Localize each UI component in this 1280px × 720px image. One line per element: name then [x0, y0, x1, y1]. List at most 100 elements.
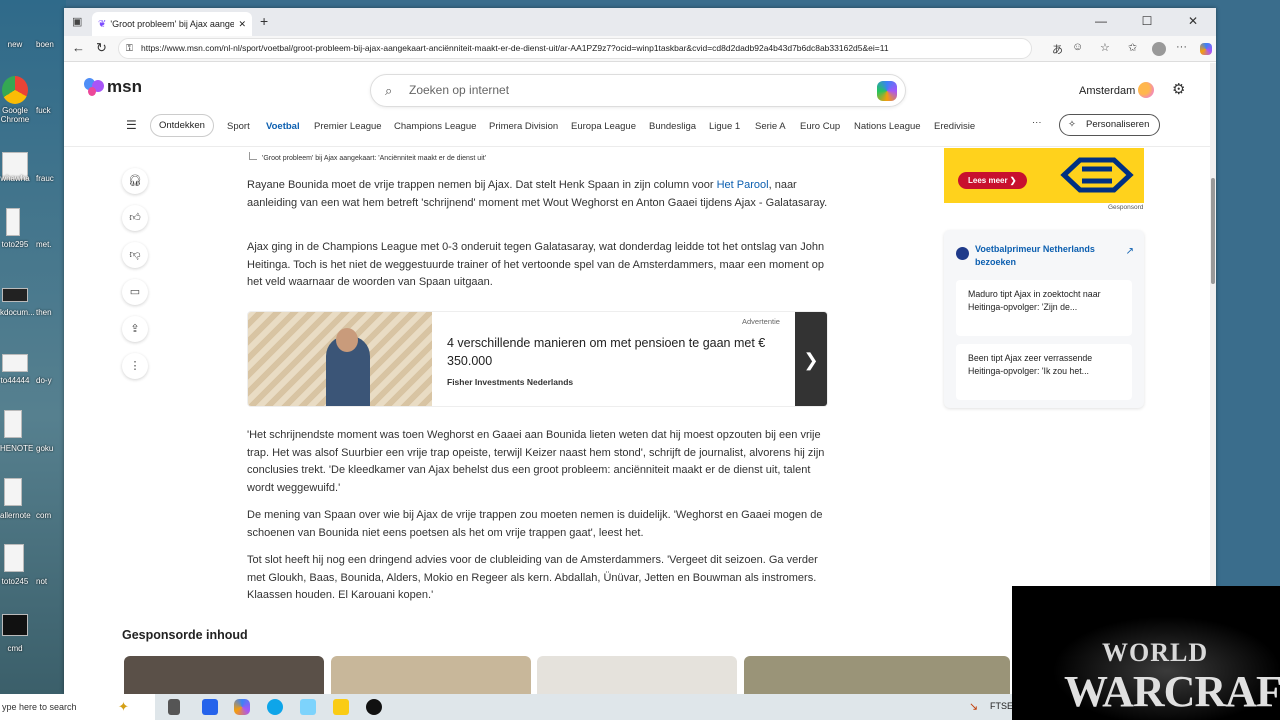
- address-bar: ← ↻ ⚿ https://www.msn.com/nl-nl/sport/vo…: [64, 36, 1216, 62]
- wow-logo-line1: WORLD: [1102, 638, 1209, 667]
- ad-image: [248, 312, 432, 406]
- weather-icon[interactable]: [1138, 82, 1154, 98]
- back-icon[interactable]: ←: [72, 40, 85, 55]
- msn-butterfly-icon: ❦: [98, 18, 107, 30]
- url-text: https://www.msn.com/nl-nl/sport/voetbal/…: [141, 43, 889, 53]
- copilot-icon[interactable]: [1200, 43, 1212, 55]
- msn-butterfly-icon: [84, 78, 104, 96]
- new-tab-icon[interactable]: +: [260, 13, 268, 29]
- task-view-icon[interactable]: [168, 699, 180, 715]
- desktop-icon-label: new: [7, 40, 23, 49]
- story-item[interactable]: Been tipt Ajax zeer verrassende Heitinga…: [956, 344, 1132, 400]
- sponsored-card[interactable]: [537, 656, 737, 694]
- msn-logo-text: msn: [107, 77, 142, 96]
- search-placeholder: Zoeken op internet: [409, 83, 510, 97]
- thumbs-up-icon[interactable]: 👍︎: [122, 205, 148, 231]
- nav-item-voetbal[interactable]: Voetbal: [266, 121, 300, 132]
- taskbar-search-text: ype here to search: [2, 702, 77, 712]
- nav-item-primera-division[interactable]: Primera Division: [489, 121, 558, 132]
- desktop-icon-label: whawha: [0, 174, 30, 183]
- app-icon[interactable]: [300, 699, 316, 715]
- location-label[interactable]: Amsterdam: [1079, 85, 1135, 97]
- sidebar-ad[interactable]: Lees meer ❯: [944, 148, 1144, 203]
- more-options-icon[interactable]: ⋮: [122, 353, 148, 379]
- desktop-icon-label: boen: [36, 40, 54, 49]
- nav-item-bundesliga[interactable]: Bundesliga: [649, 121, 696, 132]
- comment-icon[interactable]: ▭: [122, 279, 148, 305]
- nav-item-ligue-1[interactable]: Ligue 1: [709, 121, 740, 132]
- desktop-icon-label: goku: [36, 444, 54, 453]
- taskbar-search[interactable]: ype here to search ✦: [0, 694, 155, 720]
- nav-item-sport[interactable]: Sport: [227, 121, 250, 132]
- nav-item-nations-league[interactable]: Nations League: [854, 121, 921, 132]
- favorite-star-icon[interactable]: ☆: [1100, 41, 1110, 54]
- desktop-icon-label: then: [36, 308, 52, 317]
- close-tab-icon[interactable]: ✕: [238, 19, 246, 30]
- file-icon: [4, 410, 22, 438]
- stock-chart-icon: ↘: [969, 701, 979, 713]
- sponsored-card[interactable]: [744, 656, 1010, 694]
- desktop-icon-label: frauc: [36, 174, 54, 183]
- read-aloud-icon[interactable]: あ: [1052, 41, 1063, 57]
- headphones-icon[interactable]: 🎧︎: [122, 168, 148, 194]
- ns-logo-icon: [1060, 157, 1134, 193]
- publisher-link[interactable]: Voetbalprimeur Netherlands bezoeken: [975, 243, 1105, 269]
- nav-item-premier-league[interactable]: Premier League: [314, 121, 382, 132]
- scrollbar-thumb[interactable]: [1211, 178, 1215, 284]
- native-ad[interactable]: Advertentie 4 verschillende manieren om …: [247, 311, 828, 407]
- desktop: new boen Google Chrome fuck whawha frauc…: [0, 0, 66, 694]
- outlook-icon[interactable]: [202, 699, 218, 715]
- ad-title[interactable]: 4 verschillende manieren om met pensioen…: [447, 334, 767, 370]
- more-nav-button[interactable]: ···: [1032, 117, 1042, 128]
- sponsored-card[interactable]: [124, 656, 324, 694]
- desktop-icon-label: not: [36, 577, 48, 586]
- gear-icon[interactable]: ⚙: [1172, 80, 1185, 98]
- file-icon: [4, 478, 22, 506]
- extension-icon[interactable]: ☺: [1072, 41, 1083, 53]
- copilot-icon[interactable]: [234, 699, 250, 715]
- file-explorer-icon[interactable]: [333, 699, 349, 715]
- read-more-button[interactable]: Lees meer ❯: [958, 172, 1027, 189]
- nav-item-champions-league[interactable]: Champions League: [394, 121, 476, 132]
- nav-item-eredivisie[interactable]: Eredivisie: [934, 121, 975, 132]
- tab-title: 'Groot probleem' bij Ajax aangek: [110, 19, 235, 29]
- lock-icon: ⚿: [126, 43, 133, 53]
- article-paragraph: Ajax ging in de Champions League met 0-3…: [247, 241, 825, 288]
- star-edit-icon: ✧: [1068, 119, 1076, 130]
- image-caption: 'Groot probleem' bij Ajax aangekaart: 'A…: [262, 155, 487, 162]
- het-parool-link[interactable]: Het Parool: [717, 179, 769, 191]
- maximize-icon[interactable]: ☐: [1124, 8, 1170, 36]
- story-item[interactable]: Maduro tipt Ajax in zoektocht naar Heiti…: [956, 280, 1132, 336]
- favorites-icon[interactable]: ✩: [1128, 41, 1137, 54]
- chevron-right-icon[interactable]: ❯: [795, 312, 827, 406]
- hamburger-menu-icon[interactable]: ☰: [126, 118, 137, 132]
- personalize-button[interactable]: ✧ Personaliseren: [1059, 114, 1161, 136]
- edge-icon[interactable]: [267, 699, 283, 715]
- sparkle-icon: ✦: [118, 699, 129, 714]
- tab-actions-icon[interactable]: ▣: [72, 15, 82, 28]
- browser-tab[interactable]: ❦ 'Groot probleem' bij Ajax aangek ✕: [92, 12, 252, 36]
- search-icon: ⌕: [385, 83, 393, 98]
- copilot-icon[interactable]: [877, 81, 897, 101]
- external-link-icon[interactable]: ↗: [1126, 246, 1134, 257]
- desktop-icon-label: toto295: [1, 240, 29, 249]
- search-input[interactable]: ⌕ Zoeken op internet: [370, 74, 906, 107]
- ftse-ticker[interactable]: FTSE: [990, 701, 1013, 711]
- minimize-icon[interactable]: —: [1078, 8, 1124, 36]
- discover-button[interactable]: Ontdekken: [150, 114, 214, 137]
- sponsored-card[interactable]: [331, 656, 531, 694]
- profile-avatar-icon[interactable]: [1152, 42, 1166, 56]
- thumbs-down-icon[interactable]: 👎︎: [122, 242, 148, 268]
- close-window-icon[interactable]: ✕: [1170, 8, 1216, 36]
- msn-logo[interactable]: msn: [84, 77, 142, 97]
- nav-item-euro-cup[interactable]: Euro Cup: [800, 121, 840, 132]
- url-input[interactable]: ⚿ https://www.msn.com/nl-nl/sport/voetba…: [118, 38, 1032, 59]
- article-paragraph: De mening van Spaan over wie bij Ajax de…: [247, 509, 823, 539]
- refresh-icon[interactable]: ↻: [96, 40, 107, 56]
- app-icon[interactable]: [366, 699, 382, 715]
- world-of-warcraft-overlay: WORLD WARCRAFT: [1012, 586, 1280, 720]
- nav-item-europa-league[interactable]: Europa League: [571, 121, 636, 132]
- nav-item-serie-a[interactable]: Serie A: [755, 121, 786, 132]
- more-menu-icon[interactable]: ···: [1176, 41, 1187, 53]
- share-icon[interactable]: ⇪: [122, 316, 148, 342]
